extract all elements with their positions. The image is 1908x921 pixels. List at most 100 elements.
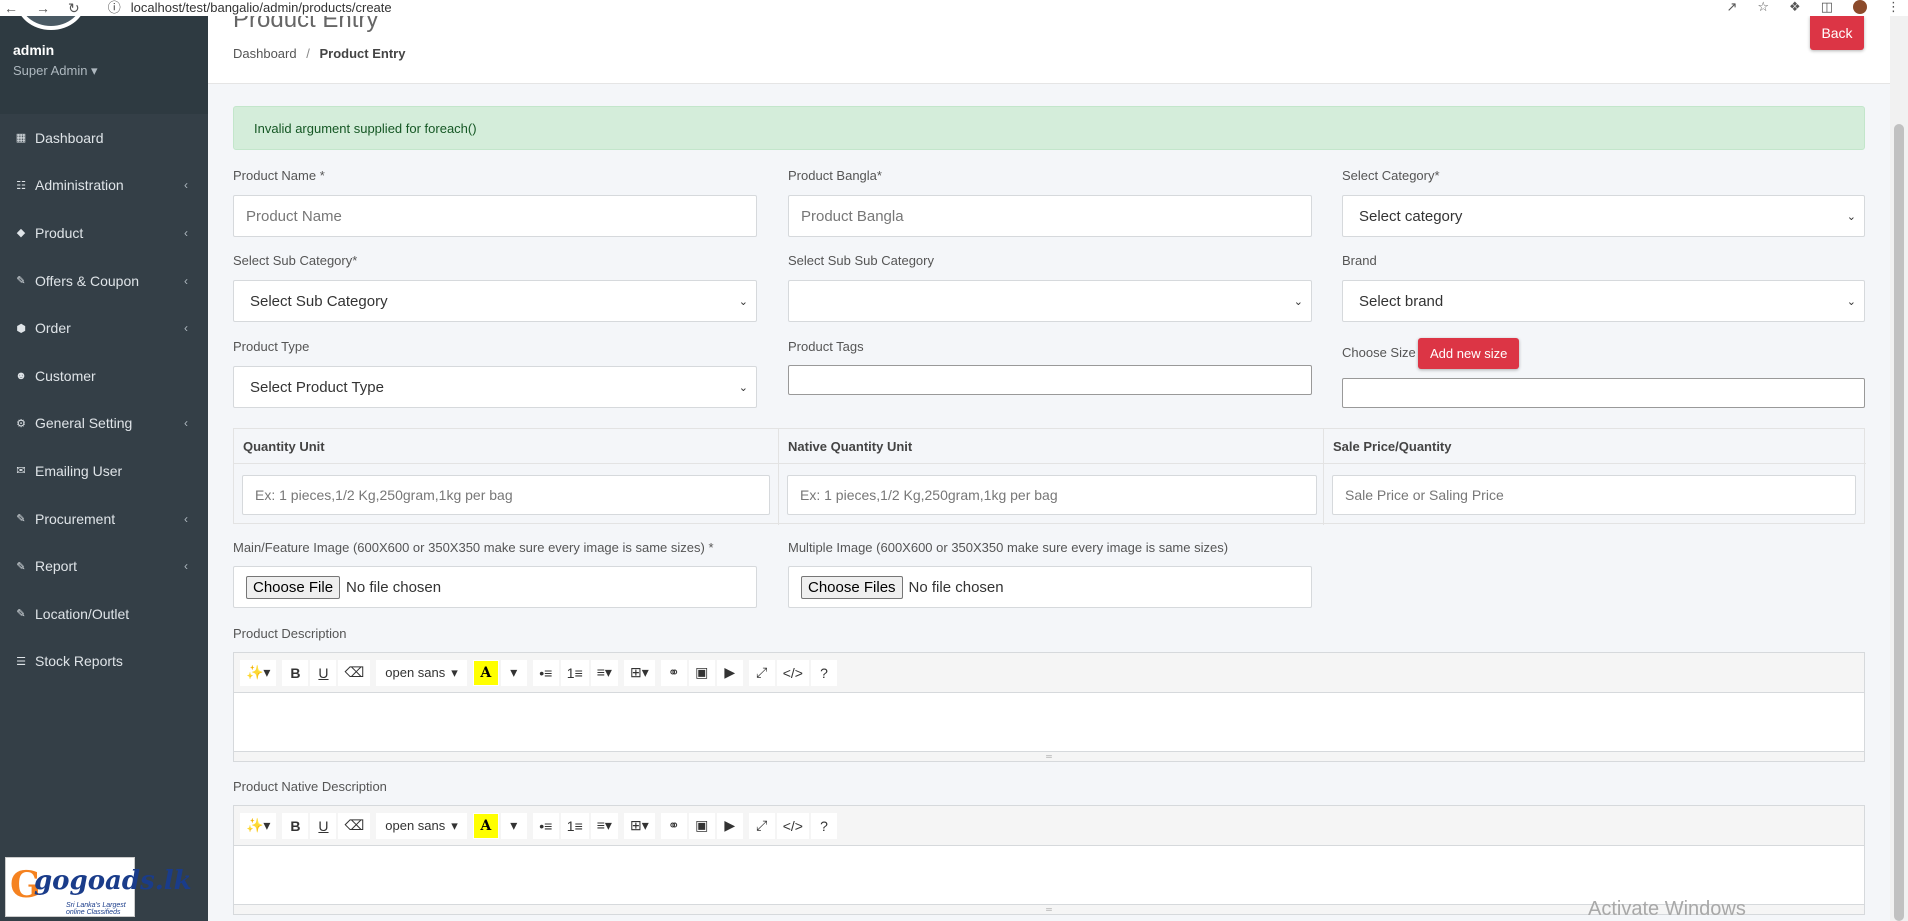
- product-bangla-input[interactable]: Product Bangla: [788, 195, 1312, 237]
- category-select[interactable]: Select category ⌄: [1342, 195, 1865, 237]
- video-icon[interactable]: ▶: [716, 812, 743, 839]
- bullet-list-icon[interactable]: •≡: [532, 659, 559, 686]
- add-new-size-button[interactable]: Add new size: [1418, 338, 1520, 369]
- native-description-textarea[interactable]: [234, 846, 1864, 904]
- gogoads-logo: G gogoads.lk Sri Lanka's Largest online …: [5, 857, 192, 917]
- back-arrow-icon[interactable]: ←: [4, 1, 18, 15]
- bold-button[interactable]: B: [282, 812, 309, 839]
- highlight-color-button[interactable]: A: [472, 659, 499, 686]
- info-icon[interactable]: ⓘ: [108, 1, 121, 15]
- sidebar-item-stock-reports[interactable]: ☰ Stock Reports: [0, 638, 208, 686]
- color-dropdown-caret[interactable]: ▾: [500, 812, 527, 839]
- sidebar-item-emailing-user[interactable]: ✉ Emailing User: [0, 447, 208, 495]
- pencil-icon: ✎: [16, 275, 26, 288]
- product-description-editor: ✨▾ B U ⌫ open sans ▾ A ▾ •≡ 1≡ ≡▾ ⊞▾ ⚭ ▣ ▶ ⤢ </>? ═: [233, 652, 1865, 762]
- image-icon[interactable]: ▣: [688, 659, 715, 686]
- sidebar-item-product[interactable]: ◆ Product ‹: [0, 209, 208, 257]
- product-type-select[interactable]: Select Product Type ⌄: [233, 366, 757, 408]
- windows-activation-watermark: Activate Windows: [1588, 898, 1746, 920]
- sale-price-input[interactable]: Sale Price or Saling Price: [1332, 475, 1856, 515]
- breadcrumb-separator: /: [306, 46, 310, 61]
- sidebar-item-label: Report: [35, 558, 78, 575]
- numbered-list-icon[interactable]: 1≡: [560, 812, 589, 839]
- table-insert-dropdown[interactable]: ⊞▾: [623, 659, 655, 686]
- help-icon[interactable]: ?: [810, 659, 837, 686]
- help-icon[interactable]: ?: [810, 812, 837, 839]
- fullscreen-icon[interactable]: ⤢: [748, 659, 775, 686]
- font-family-dropdown[interactable]: open sans ▾: [376, 812, 467, 839]
- resize-handle[interactable]: ═: [234, 751, 1864, 761]
- eraser-icon[interactable]: ⌫: [338, 812, 371, 839]
- sitemap-icon: ☷: [16, 179, 26, 192]
- scrollbar-thumb[interactable]: [1894, 124, 1904, 921]
- user-role-dropdown[interactable]: Super Admin ▾: [13, 63, 98, 79]
- product-tags-input[interactable]: [788, 365, 1312, 395]
- choose-size-input[interactable]: [1342, 378, 1865, 408]
- eraser-icon[interactable]: ⌫: [338, 659, 371, 686]
- description-textarea[interactable]: [234, 693, 1864, 751]
- forward-arrow-icon[interactable]: →: [36, 1, 50, 15]
- brand-select[interactable]: Select brand ⌄: [1342, 280, 1865, 322]
- product-name-input[interactable]: Product Name: [233, 195, 757, 237]
- underline-button[interactable]: U: [310, 659, 337, 686]
- page-scrollbar[interactable]: [1890, 16, 1908, 921]
- reload-icon[interactable]: ↻: [68, 1, 80, 15]
- link-icon[interactable]: ⚭: [660, 812, 687, 839]
- toolbar-group: •≡ 1≡ ≡▾: [532, 659, 618, 686]
- sub-category-select[interactable]: Select Sub Category ⌄: [233, 280, 757, 322]
- quantity-unit-input[interactable]: Ex: 1 pieces,1/2 Kg,250gram,1kg per bag: [242, 475, 770, 515]
- magic-wand-icon[interactable]: ✨▾: [240, 812, 277, 839]
- magic-wand-icon[interactable]: ✨▾: [240, 659, 277, 686]
- sidebar-item-procurement[interactable]: ✎ Procurement ‹: [0, 495, 208, 543]
- back-button[interactable]: Back: [1810, 16, 1864, 50]
- sidebar-item-offers-coupon[interactable]: ✎ Offers & Coupon ‹: [0, 257, 208, 305]
- main-image-file-input[interactable]: Choose File No file chosen: [233, 566, 757, 608]
- paragraph-align-dropdown[interactable]: ≡▾: [590, 659, 618, 686]
- color-dropdown-caret[interactable]: ▾: [500, 659, 527, 686]
- chevron-left-icon: ‹: [184, 273, 188, 288]
- kebab-menu-icon[interactable]: ⋮: [1887, 0, 1900, 14]
- code-view-icon[interactable]: </>: [776, 659, 809, 686]
- sidebar-item-dashboard[interactable]: ▦ Dashboard: [0, 114, 208, 162]
- bullet-list-icon[interactable]: •≡: [532, 812, 559, 839]
- gear-icon: ⚙: [16, 417, 26, 430]
- image-icon[interactable]: ▣: [688, 812, 715, 839]
- category-label: Select Category*: [1342, 168, 1440, 183]
- choose-files-button[interactable]: Choose Files: [801, 575, 903, 599]
- choose-file-button[interactable]: Choose File: [246, 575, 341, 599]
- code-view-icon[interactable]: </>: [776, 812, 809, 839]
- sidepanel-icon[interactable]: ◫: [1821, 0, 1833, 14]
- font-family-dropdown[interactable]: open sans ▾: [376, 659, 467, 686]
- quantity-table: Quantity Unit Ex: 1 pieces,1/2 Kg,250gra…: [233, 428, 1866, 525]
- product-bangla-label: Product Bangla*: [788, 168, 882, 183]
- highlight-color-button[interactable]: A: [472, 812, 499, 839]
- sidebar-item-location-outlet[interactable]: ✎ Location/Outlet: [0, 590, 208, 638]
- sidebar-item-general-setting[interactable]: ⚙ General Setting ‹: [0, 400, 208, 448]
- fullscreen-icon[interactable]: ⤢: [748, 812, 775, 839]
- profile-avatar[interactable]: [1853, 0, 1867, 14]
- sidebar-item-label: Product: [35, 224, 84, 241]
- paragraph-align-dropdown[interactable]: ≡▾: [590, 812, 618, 839]
- share-icon[interactable]: ↗: [1726, 0, 1737, 14]
- list-icon: ☰: [16, 655, 26, 668]
- toolbar-group: open sans ▾: [376, 659, 467, 686]
- native-quantity-input[interactable]: Ex: 1 pieces,1/2 Kg,250gram,1kg per bag: [787, 475, 1317, 515]
- address-bar[interactable]: ⓘ localhost/test/bangalio/admin/products…: [108, 1, 392, 15]
- breadcrumb-dashboard-link[interactable]: Dashboard: [233, 46, 297, 61]
- sub-sub-category-select[interactable]: ⌄: [788, 280, 1312, 322]
- sidebar-item-order[interactable]: ⬢ Order ‹: [0, 304, 208, 352]
- sidebar-item-administration[interactable]: ☷ Administration ‹: [0, 162, 208, 210]
- bold-button[interactable]: B: [282, 659, 309, 686]
- url-text: localhost/test/bangalio/admin/products/c…: [130, 0, 392, 15]
- sidebar-item-customer[interactable]: ☻ Customer: [0, 352, 208, 400]
- link-icon[interactable]: ⚭: [660, 659, 687, 686]
- sidebar-item-report[interactable]: ✎ Report ‹: [0, 542, 208, 590]
- table-insert-dropdown[interactable]: ⊞▾: [623, 812, 655, 839]
- underline-button[interactable]: U: [310, 812, 337, 839]
- caret-down-icon: ▾: [451, 817, 458, 833]
- star-icon[interactable]: ☆: [1757, 0, 1769, 14]
- numbered-list-icon[interactable]: 1≡: [560, 659, 589, 686]
- multiple-image-file-input[interactable]: Choose Files No file chosen: [788, 566, 1312, 608]
- video-icon[interactable]: ▶: [716, 659, 743, 686]
- extensions-icon[interactable]: ❖: [1789, 0, 1801, 14]
